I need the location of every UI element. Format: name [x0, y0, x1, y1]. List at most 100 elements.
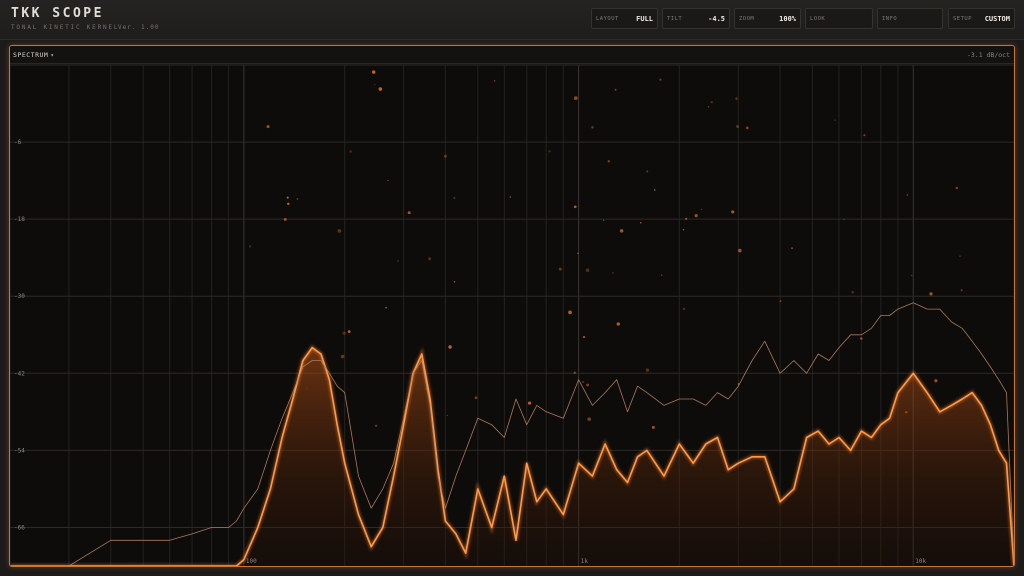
particle — [573, 205, 577, 209]
particle — [612, 272, 614, 274]
tilt-control[interactable]: TILT -4.5 — [662, 8, 730, 29]
particle — [707, 106, 710, 108]
particle — [248, 245, 252, 248]
particle — [934, 379, 938, 383]
particle — [685, 217, 688, 220]
x-tick-label: 1k — [581, 558, 589, 565]
particle — [585, 268, 590, 272]
particle — [374, 424, 378, 428]
particle — [558, 267, 562, 271]
particle — [863, 134, 866, 137]
particle — [448, 345, 452, 349]
particle — [287, 202, 290, 206]
particle — [659, 78, 662, 81]
particle — [474, 396, 478, 400]
particle — [645, 368, 650, 372]
particle — [583, 335, 586, 339]
particle — [453, 280, 456, 283]
y-tick-label: -66 — [14, 524, 25, 531]
tilt-value: -4.5 — [708, 14, 725, 23]
particle — [906, 194, 909, 196]
particle — [682, 307, 686, 311]
particle — [851, 290, 855, 294]
particle — [374, 83, 376, 86]
chevron-down-icon: ▾ — [50, 51, 55, 59]
spectrum-plot[interactable]: -6 -18 -30 -42 -54 -66 100 1k 10k — [10, 46, 1014, 566]
particle — [581, 380, 585, 384]
layout-value: FULL — [636, 14, 653, 23]
particle — [428, 257, 431, 261]
zoom-label: ZOOM — [739, 15, 755, 22]
tilt-label: TILT — [667, 15, 683, 22]
app-subtitle: TONAL KINETIC KERNEL — [11, 24, 120, 31]
info-control[interactable]: INFO — [877, 8, 943, 29]
particle — [573, 96, 578, 101]
particle — [791, 247, 793, 250]
particle — [959, 255, 961, 257]
zoom-value: 100% — [779, 14, 796, 23]
particle — [446, 414, 448, 416]
y-tick-label: -30 — [14, 293, 25, 300]
particle — [387, 179, 389, 182]
particle — [700, 208, 703, 211]
particle — [527, 401, 532, 405]
x-tick-label: 100 — [246, 558, 257, 565]
particle — [587, 417, 591, 421]
particle — [385, 306, 387, 309]
particle — [342, 331, 346, 335]
particle — [736, 125, 740, 128]
particle — [616, 322, 620, 326]
particle — [640, 222, 642, 224]
y-tick-label: -6 — [14, 139, 22, 146]
setup-control[interactable]: SETUP CUSTOM — [948, 8, 1015, 29]
particle — [843, 218, 845, 221]
particle — [654, 189, 656, 191]
particle — [337, 229, 342, 233]
particle — [834, 119, 836, 122]
particle — [910, 274, 913, 277]
particle — [745, 126, 749, 130]
particle — [779, 300, 782, 303]
particle — [577, 252, 579, 254]
view-selector-label: SPECTRUM — [13, 51, 49, 59]
y-tick-label: -18 — [14, 216, 25, 223]
particle — [619, 229, 624, 233]
spectrum-panel: -6 -18 -30 -42 -54 -66 100 1k 10k SPECTRUM ▾ -3… — [9, 45, 1015, 567]
view-selector[interactable]: SPECTRUM ▾ — [13, 51, 54, 59]
particle — [266, 125, 270, 129]
particle — [607, 160, 610, 163]
app-title: TKK SCOPE — [11, 6, 104, 21]
particle — [651, 425, 655, 429]
particle — [573, 371, 576, 375]
y-tick-label: -42 — [14, 370, 25, 377]
particle — [407, 211, 411, 215]
setup-value: CUSTOM — [984, 14, 1010, 23]
spectrum-series — [10, 302, 1014, 566]
zoom-control[interactable]: ZOOM 100% — [734, 8, 801, 29]
slope-readout: -3.1 dB/oct — [966, 51, 1010, 59]
particle — [509, 196, 511, 198]
setup-label: SETUP — [953, 15, 973, 22]
particle — [860, 337, 863, 340]
particle — [568, 310, 572, 315]
panel-header: SPECTRUM ▾ -3.1 dB/oct — [10, 46, 1014, 64]
particle — [694, 214, 698, 218]
particle — [591, 126, 594, 129]
particle — [738, 248, 742, 253]
particle — [443, 154, 447, 158]
look-control[interactable]: LOOK — [805, 8, 873, 29]
particle — [378, 87, 383, 91]
particle — [397, 259, 400, 262]
particle — [960, 289, 963, 292]
x-tick-label: 10k — [915, 558, 926, 565]
particle — [682, 229, 685, 231]
particle — [603, 219, 605, 221]
info-label: INFO — [882, 15, 898, 22]
top-bar: TKK SCOPE TONAL KINETIC KERNEL Ver. 1.00… — [0, 0, 1024, 40]
layout-control[interactable]: LAYOUT FULL — [591, 8, 658, 29]
particle — [349, 150, 352, 153]
spectrum-fill — [10, 347, 1014, 566]
y-axis-ticks: -6 -18 -30 -42 -54 -66 — [14, 139, 25, 531]
y-tick-label: -54 — [14, 447, 25, 454]
particle — [340, 354, 345, 359]
